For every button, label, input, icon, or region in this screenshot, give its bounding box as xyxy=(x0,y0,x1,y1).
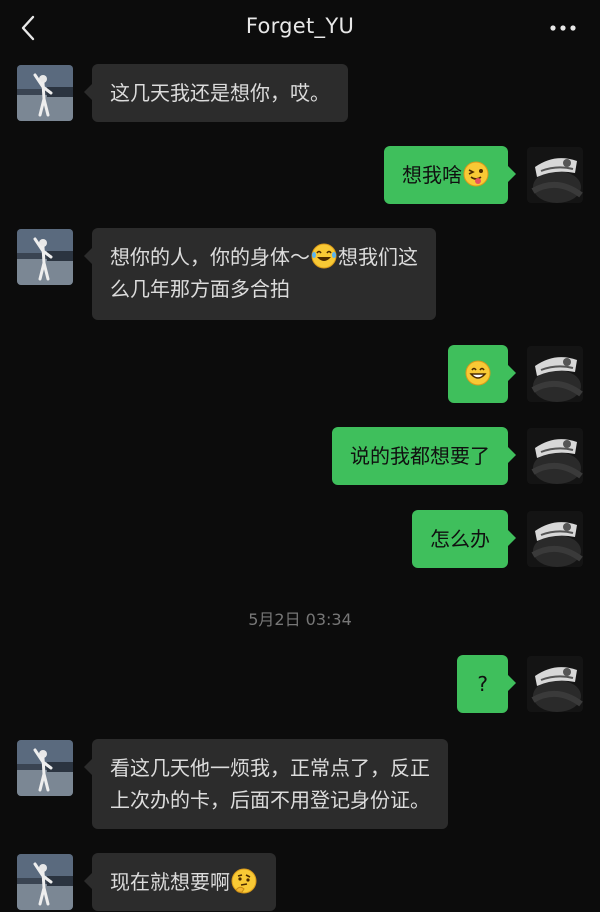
message-bubble-outgoing[interactable]: 怎么办 xyxy=(412,510,516,568)
message-text: 想你的人，你的身体～ xyxy=(110,245,310,269)
message-bubble-outgoing[interactable]: 想我啥 xyxy=(384,146,516,204)
chat-header: Forget_YU xyxy=(0,0,600,56)
my-avatar[interactable] xyxy=(527,346,583,402)
message-bubble-outgoing[interactable]: ? xyxy=(457,655,516,713)
my-avatar[interactable] xyxy=(527,428,583,484)
message-bubble-outgoing[interactable] xyxy=(448,345,516,403)
thinking-emoji xyxy=(231,868,257,894)
message-text: 么几年那方面多合拍 xyxy=(110,277,290,301)
message-text: 现在就想要啊 xyxy=(110,870,230,894)
my-avatar[interactable] xyxy=(527,656,583,712)
message-text: 看这几天他一烦我，正常点了，反正 xyxy=(110,756,430,780)
friend-avatar[interactable] xyxy=(17,65,73,121)
grinning-emoji xyxy=(465,360,491,386)
more-options-icon[interactable] xyxy=(548,18,578,38)
friend-avatar[interactable] xyxy=(17,229,73,285)
face-tongue-emoji xyxy=(463,161,489,187)
my-avatar[interactable] xyxy=(527,511,583,567)
message-text: 这几天我还是想你，哎。 xyxy=(110,81,330,105)
message-text: 怎么办 xyxy=(430,527,490,551)
message-text: 说的我都想要了 xyxy=(350,444,490,468)
friend-avatar[interactable] xyxy=(17,740,73,796)
message-timestamp: 5月2日 03:34 xyxy=(248,610,352,629)
message-bubble-incoming[interactable]: 现在就想要啊 xyxy=(84,853,276,911)
laughing-tears-emoji xyxy=(311,243,337,269)
message-text: ? xyxy=(477,672,488,696)
message-text: 上次办的卡，后面不用登记身份证。 xyxy=(110,788,430,812)
chat-title: Forget_YU xyxy=(245,14,355,38)
message-bubble-incoming[interactable]: 想你的人，你的身体～ 想我们这 么几年那方面多合拍 xyxy=(84,228,436,320)
message-text: 想我啥 xyxy=(402,163,462,187)
my-avatar[interactable] xyxy=(527,147,583,203)
message-text: 想我们这 xyxy=(338,245,418,269)
message-bubble-outgoing[interactable]: 说的我都想要了 xyxy=(332,427,516,485)
message-bubble-incoming[interactable]: 这几天我还是想你，哎。 xyxy=(84,64,348,122)
message-bubble-incoming[interactable]: 看这几天他一烦我，正常点了，反正 上次办的卡，后面不用登记身份证。 xyxy=(84,739,448,829)
friend-avatar[interactable] xyxy=(17,854,73,910)
